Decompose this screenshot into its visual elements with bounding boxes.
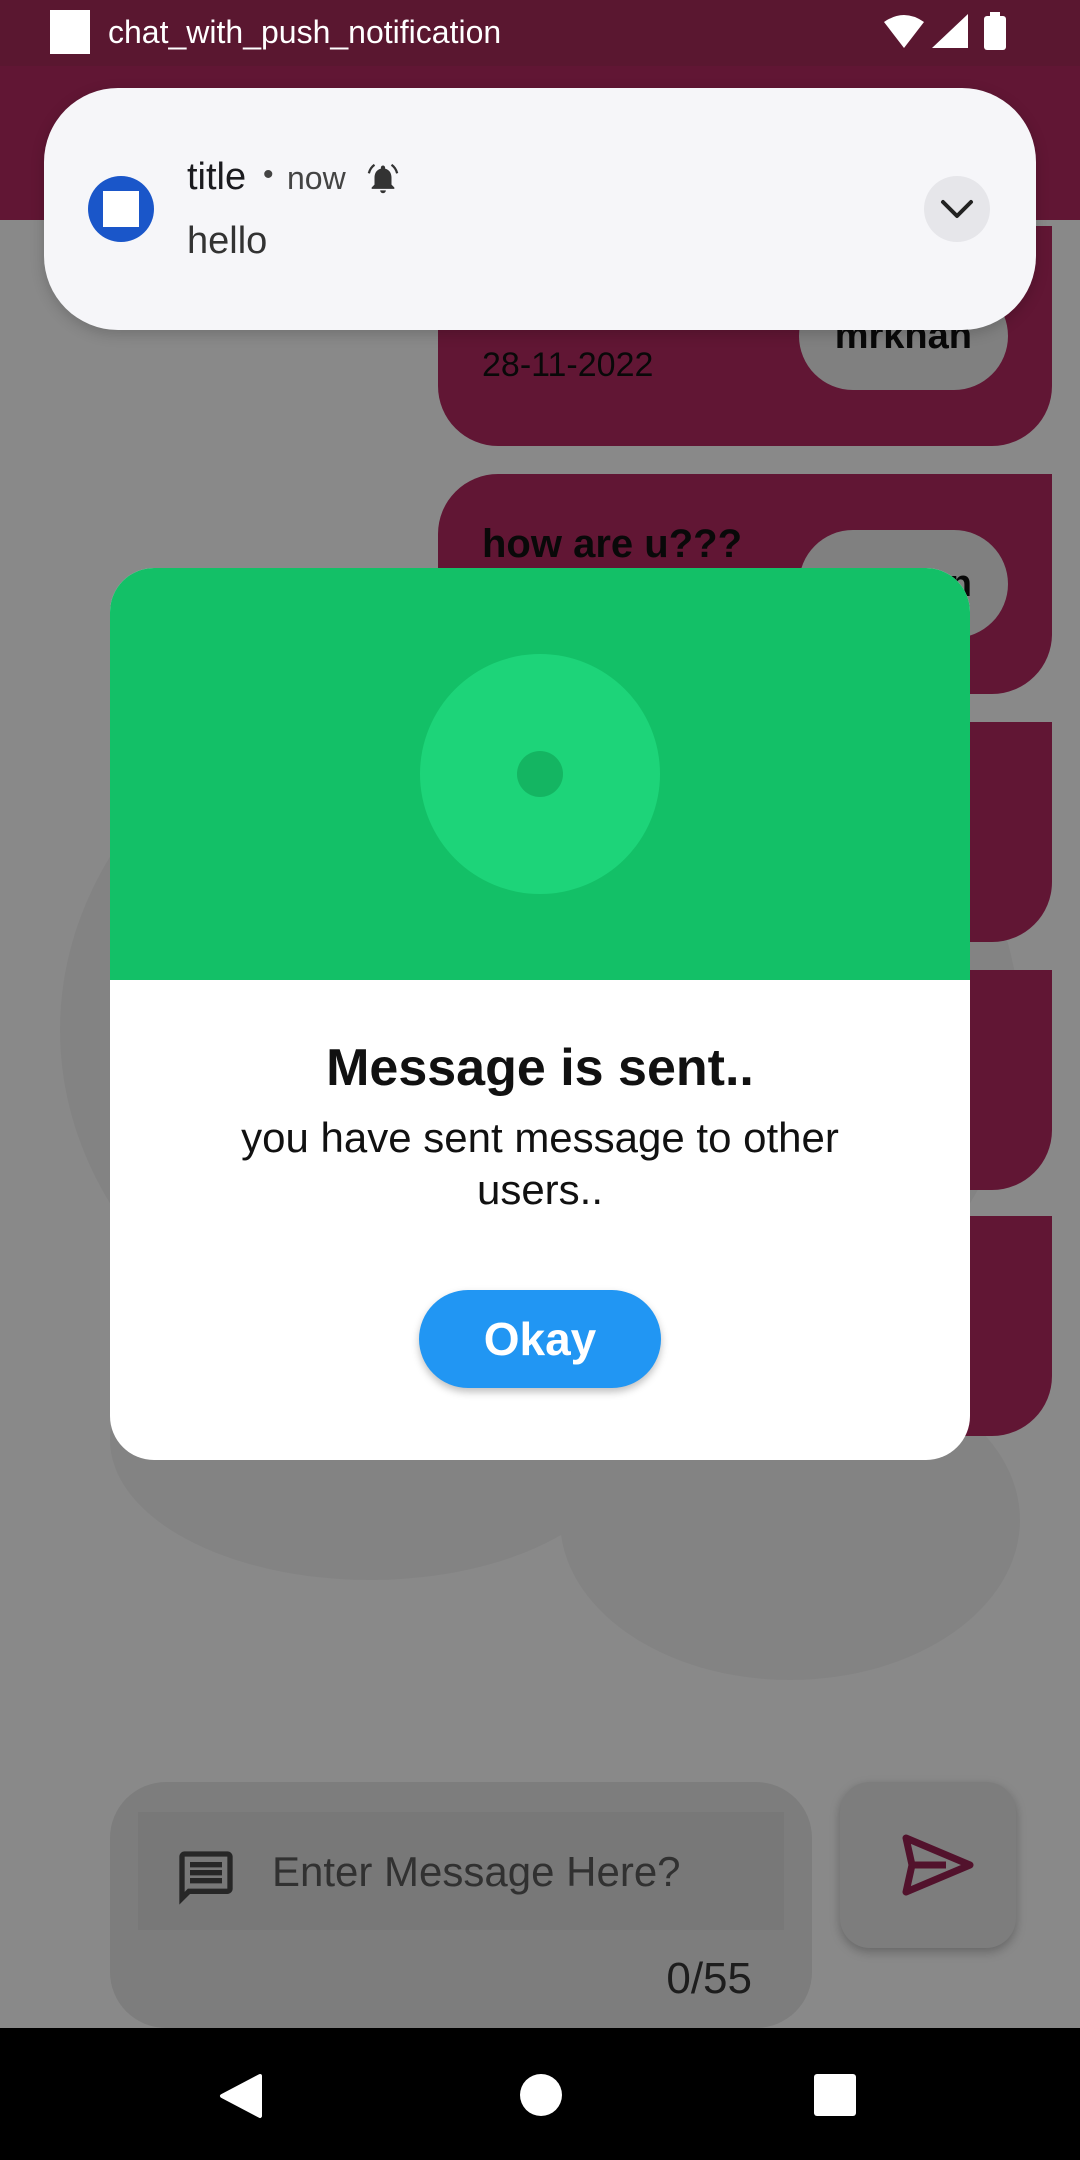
push-notification[interactable]: title • now hello xyxy=(44,88,1036,330)
okay-button[interactable]: Okay xyxy=(419,1290,661,1388)
dialog-title: Message is sent.. xyxy=(326,1039,754,1097)
recents-icon[interactable] xyxy=(814,2074,856,2116)
status-bar: chat_with_push_notification xyxy=(0,0,1080,66)
expand-button[interactable] xyxy=(924,176,990,242)
wifi-icon xyxy=(884,15,924,48)
app-icon xyxy=(88,176,154,242)
navigation-bar xyxy=(0,2028,1080,2160)
chevron-down-icon xyxy=(941,200,973,218)
success-animation-icon xyxy=(420,654,660,894)
back-icon[interactable] xyxy=(218,2072,264,2120)
bell-icon xyxy=(367,163,399,194)
notification-time: now xyxy=(287,160,346,196)
battery-icon xyxy=(984,16,1006,50)
app-notification-icon xyxy=(50,10,90,54)
notification-title: title xyxy=(187,156,247,198)
status-icons xyxy=(884,12,1006,50)
status-app-name: chat_with_push_notification xyxy=(108,14,502,50)
notification-body: hello xyxy=(187,220,268,262)
home-icon[interactable] xyxy=(520,2074,562,2116)
success-dialog: Message is sent.. you have sent message … xyxy=(110,568,970,1460)
notification-separator: • xyxy=(263,158,274,191)
dialog-header xyxy=(110,568,970,980)
dialog-message: you have sent message to other users.. xyxy=(241,1114,839,1213)
cell-signal-icon xyxy=(932,14,968,48)
